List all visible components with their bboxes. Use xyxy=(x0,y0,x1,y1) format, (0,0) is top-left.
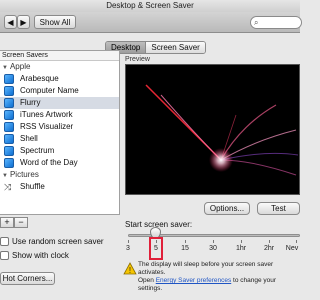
list-item[interactable]: Arabesque xyxy=(0,73,119,85)
options-button[interactable]: Options... xyxy=(204,202,250,215)
slider-tick-label: 15 xyxy=(181,245,189,252)
highlight-box xyxy=(149,237,163,260)
search-input[interactable]: ⌕ xyxy=(250,16,302,29)
screen-saver-icon xyxy=(4,122,14,132)
list-item[interactable]: RSS Visualizer xyxy=(0,121,119,133)
remove-button[interactable]: − xyxy=(14,217,28,228)
add-button[interactable]: + xyxy=(0,217,14,228)
checkbox-box[interactable] xyxy=(0,236,9,246)
list-item[interactable]: iTunes Artwork xyxy=(0,109,119,121)
screen-saver-icon xyxy=(4,146,14,156)
slider-tick xyxy=(241,240,242,243)
slider-tick-label: 2hr xyxy=(263,245,275,252)
hot-corners-button[interactable]: Hot Corners... xyxy=(0,272,55,285)
tab-bar: Desktop Screen Saver xyxy=(105,41,206,54)
test-button[interactable]: Test xyxy=(257,202,300,215)
shuffle-icon: ⤨ xyxy=(4,182,12,192)
slider-tick xyxy=(269,240,270,243)
screen-saver-icon xyxy=(4,86,14,96)
slider-tick xyxy=(128,240,129,243)
warning-line-1: The display will sleep before your scree… xyxy=(138,261,274,276)
screen-saver-icon xyxy=(4,98,14,108)
tab-screen-saver[interactable]: Screen Saver xyxy=(145,42,205,53)
list-item[interactable]: Spectrum xyxy=(0,145,119,157)
slider-tick-label: 30 xyxy=(209,245,217,252)
random-screen-saver-checkbox[interactable]: Use random screen saver xyxy=(0,236,104,246)
screen-saver-list: Screen Savers ▼ Apple Arabesque Computer … xyxy=(0,50,120,215)
show-all-button[interactable]: Show All xyxy=(34,15,76,29)
svg-text:!: ! xyxy=(129,266,131,275)
group-pictures[interactable]: ▼ Pictures xyxy=(0,169,119,181)
warning-icon: ! xyxy=(123,262,137,275)
warning-line-2: Open Energy Saver preferences to change … xyxy=(138,277,277,292)
list-controls: + − xyxy=(0,217,28,228)
window-title: Desktop & Screen Saver xyxy=(0,0,300,12)
preview-pane xyxy=(125,64,300,195)
main-content: Desktop Screen Saver Screen Savers ▼ Appl… xyxy=(0,34,300,300)
screen-saver-icon xyxy=(4,110,14,120)
search-icon: ⌕ xyxy=(254,18,259,27)
toolbar: ◀ ▶ Show All ⌕ xyxy=(0,12,302,33)
slider-tick xyxy=(213,240,214,243)
list-item[interactable]: Computer Name xyxy=(0,85,119,97)
list-item[interactable]: Word of the Day xyxy=(0,157,119,169)
slider-tick-label: 1hr xyxy=(235,245,247,252)
energy-saver-link[interactable]: Energy Saver preferences xyxy=(156,277,232,284)
slider-tick xyxy=(296,240,297,243)
group-apple[interactable]: ▼ Apple xyxy=(0,61,119,73)
list-header: Screen Savers xyxy=(0,51,119,61)
screen-saver-icon xyxy=(4,158,14,168)
flurry-preview-image xyxy=(145,84,299,176)
show-clock-checkbox[interactable]: Show with clock xyxy=(0,250,69,260)
slider-tick-label: Nev xyxy=(285,245,299,252)
slider-tick-label: 3 xyxy=(126,245,130,252)
sleep-warning: The display will sleep before your scree… xyxy=(138,261,300,293)
list-item-shuffle[interactable]: ⤨ Shuffle xyxy=(0,181,119,193)
checkbox-box[interactable] xyxy=(0,250,9,260)
list-item[interactable]: Shell xyxy=(0,133,119,145)
slider-tick xyxy=(185,240,186,243)
screen-saver-icon xyxy=(4,134,14,144)
list-item-selected[interactable]: Flurry xyxy=(0,97,119,109)
forward-arrow-icon[interactable]: ▶ xyxy=(17,15,30,29)
back-arrow-icon[interactable]: ◀ xyxy=(4,15,17,29)
screen-saver-icon xyxy=(4,74,14,84)
preview-label: Preview xyxy=(125,56,150,63)
